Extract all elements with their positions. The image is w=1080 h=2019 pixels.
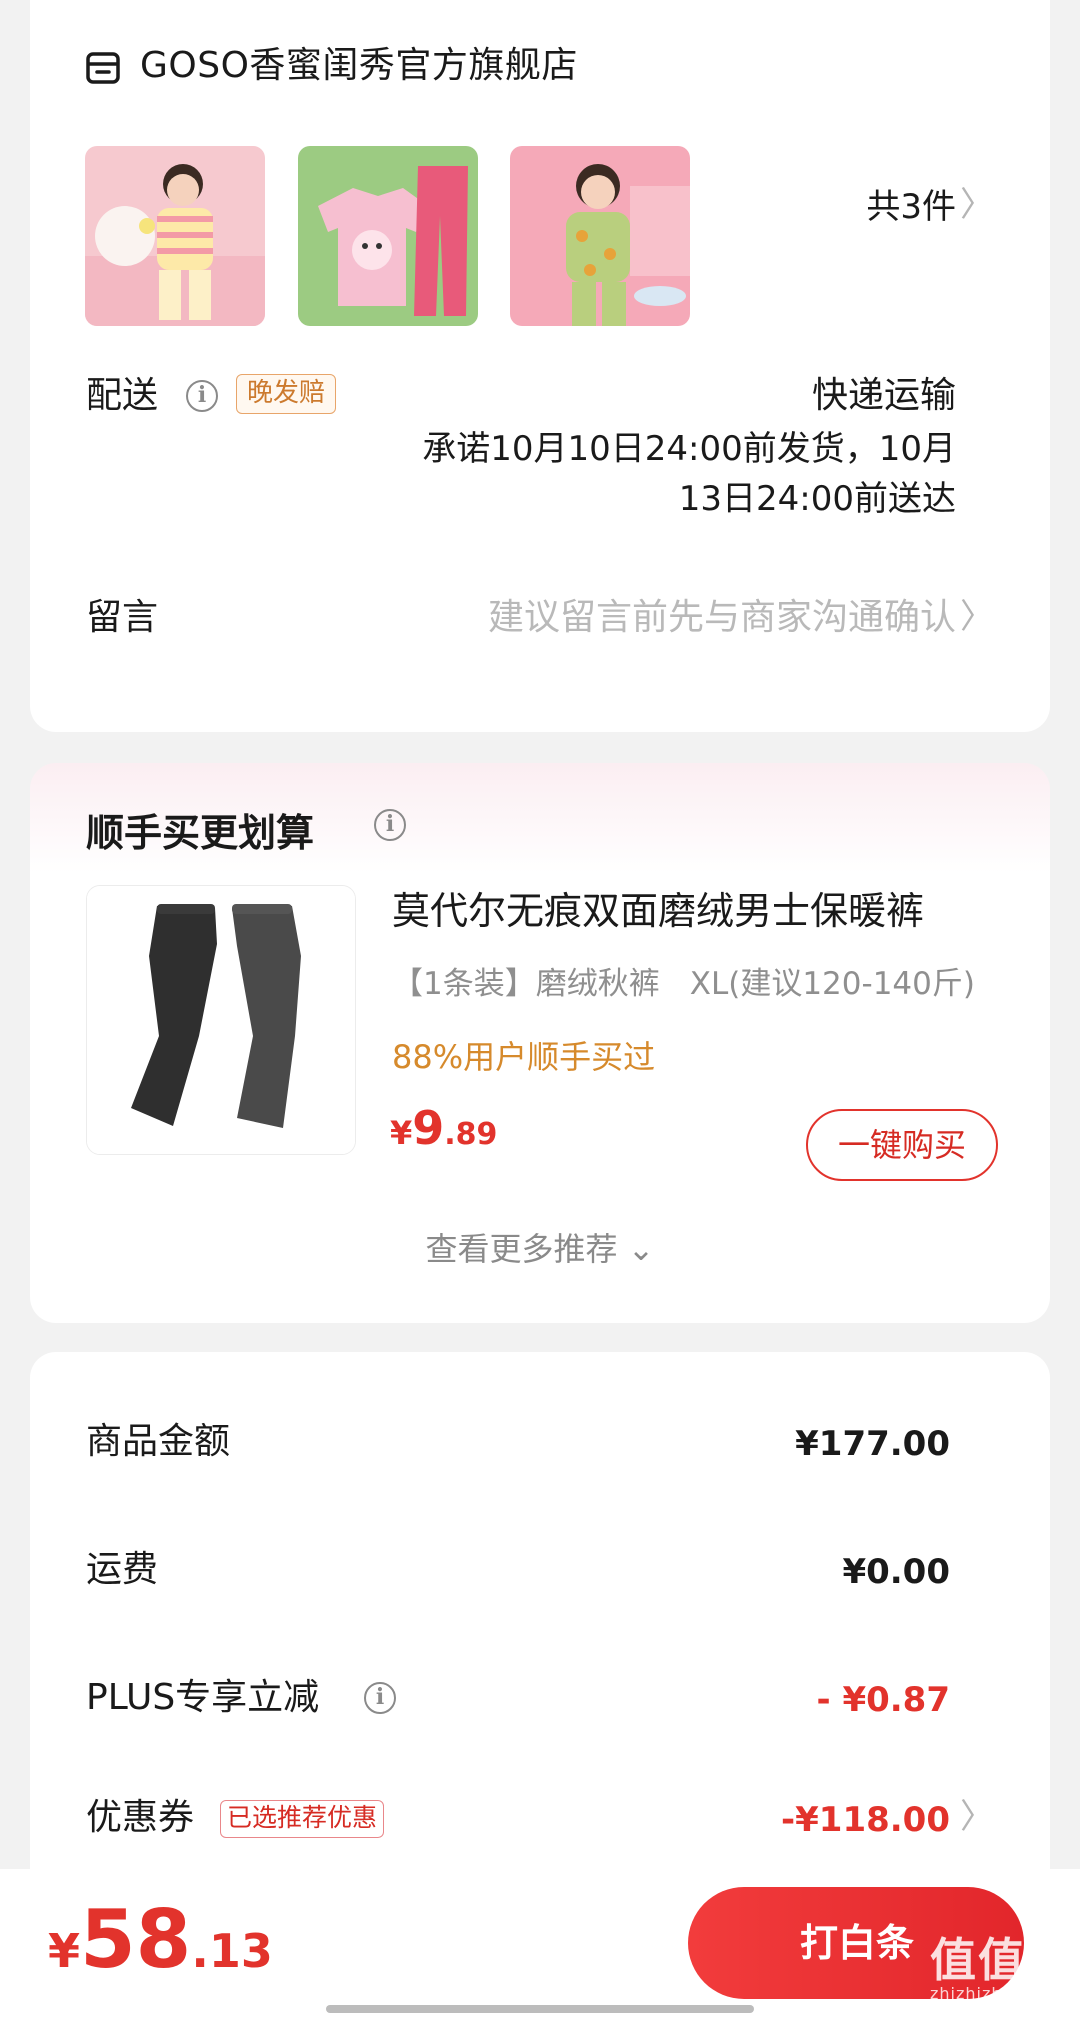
coupon-value[interactable]: -¥118.00 (781, 1794, 950, 1846)
watermark-logo: 值值值 (930, 1933, 1074, 1987)
recommended-product-title[interactable]: 莫代尔无痕双面磨绒男士保暖裤 (392, 883, 924, 939)
coupon-recommended-tag: 已选推荐优惠 (220, 1800, 385, 1838)
late-compensation-tag: 晚发赔 (236, 374, 337, 414)
checkout-bar: ¥58.13 打白条 值值值 zhizhizhi.com (0, 1869, 1080, 2019)
plus-discount-value: - ¥0.87 (816, 1680, 951, 1720)
product-thumbnail[interactable] (85, 146, 265, 326)
price-currency: ¥ (390, 1114, 413, 1152)
store-name[interactable]: GOSO香蜜闺秀官方旗舰店 (140, 40, 578, 92)
total-integer: 58 (80, 1893, 192, 1986)
spec-variant: 【1条装】磨绒秋裤 (392, 966, 660, 1002)
recommended-product-image[interactable] (86, 885, 356, 1155)
chevron-right-icon[interactable]: 〉 (960, 1792, 994, 1842)
buy-rate-text: 88%用户顺手买过 (392, 1038, 656, 1076)
total-currency: ¥ (48, 1924, 81, 1978)
watermark: 值值值 zhizhizhi.com (930, 1935, 1074, 2003)
coupon-label: 优惠券 (86, 1797, 195, 1838)
shipping-fee-value: ¥0.00 (842, 1552, 950, 1592)
goods-amount-value: ¥177.00 (795, 1424, 950, 1464)
chevron-right-icon[interactable]: 〉 (960, 592, 994, 642)
product-thumbnail[interactable] (298, 146, 478, 326)
recommendation-card: 顺手买更划算 i 莫代尔无痕双面磨绒男士保暖裤 【1条装】磨绒秋裤 XL(建议12… (30, 763, 1050, 1323)
info-icon[interactable]: i (186, 380, 218, 412)
home-indicator[interactable] (326, 2005, 754, 2013)
total-price: ¥58.13 (48, 1895, 273, 2007)
price-decimal: .89 (444, 1117, 498, 1152)
spec-size: XL(建议120-140斤) (689, 966, 975, 1002)
product-thumbnail[interactable] (510, 146, 690, 326)
shipping-method: 快递运输 (811, 375, 956, 416)
plus-discount-label: PLUS专享立减 (86, 1677, 320, 1718)
info-icon[interactable]: i (364, 1682, 396, 1714)
recommended-product-price: ¥9.89 (390, 1098, 497, 1169)
see-more-recommendations[interactable]: 查看更多推荐 ⌄ (30, 1225, 1050, 1273)
info-icon[interactable]: i (374, 809, 406, 841)
delivery-label: 配送 (86, 375, 159, 416)
chevron-right-icon[interactable]: 〉 (960, 180, 994, 230)
goods-amount-label: 商品金额 (86, 1421, 231, 1462)
delivery-promise-line: 承诺10月10日24:00前发货，10月 (422, 429, 956, 469)
total-decimal: .13 (191, 1924, 273, 1978)
message-label: 留言 (86, 597, 159, 638)
one-click-buy-button[interactable]: 一键购买 (806, 1109, 998, 1181)
store-card: GOSO香蜜闺秀官方旗舰店 共3件 〉 配送 i 晚发赔 快递运输 承诺10月1… (30, 0, 1050, 732)
delivery-promise: 承诺10月10日24:00前发货，10月 13日24:00前送达 (336, 424, 956, 524)
watermark-url: zhizhizhi.com (930, 1984, 1052, 2003)
message-input[interactable]: 建议留言前先与商家沟通确认 (488, 592, 956, 644)
recommendation-title: 顺手买更划算 (86, 811, 315, 855)
price-integer: 9 (412, 1101, 445, 1155)
item-count[interactable]: 共3件 (866, 182, 956, 232)
store-icon (86, 52, 120, 84)
delivery-promise-line: 13日24:00前送达 (678, 479, 956, 519)
shipping-fee-label: 运费 (86, 1549, 159, 1590)
recommended-product-spec[interactable]: 【1条装】磨绒秋裤 XL(建议120-140斤) (392, 961, 975, 1007)
